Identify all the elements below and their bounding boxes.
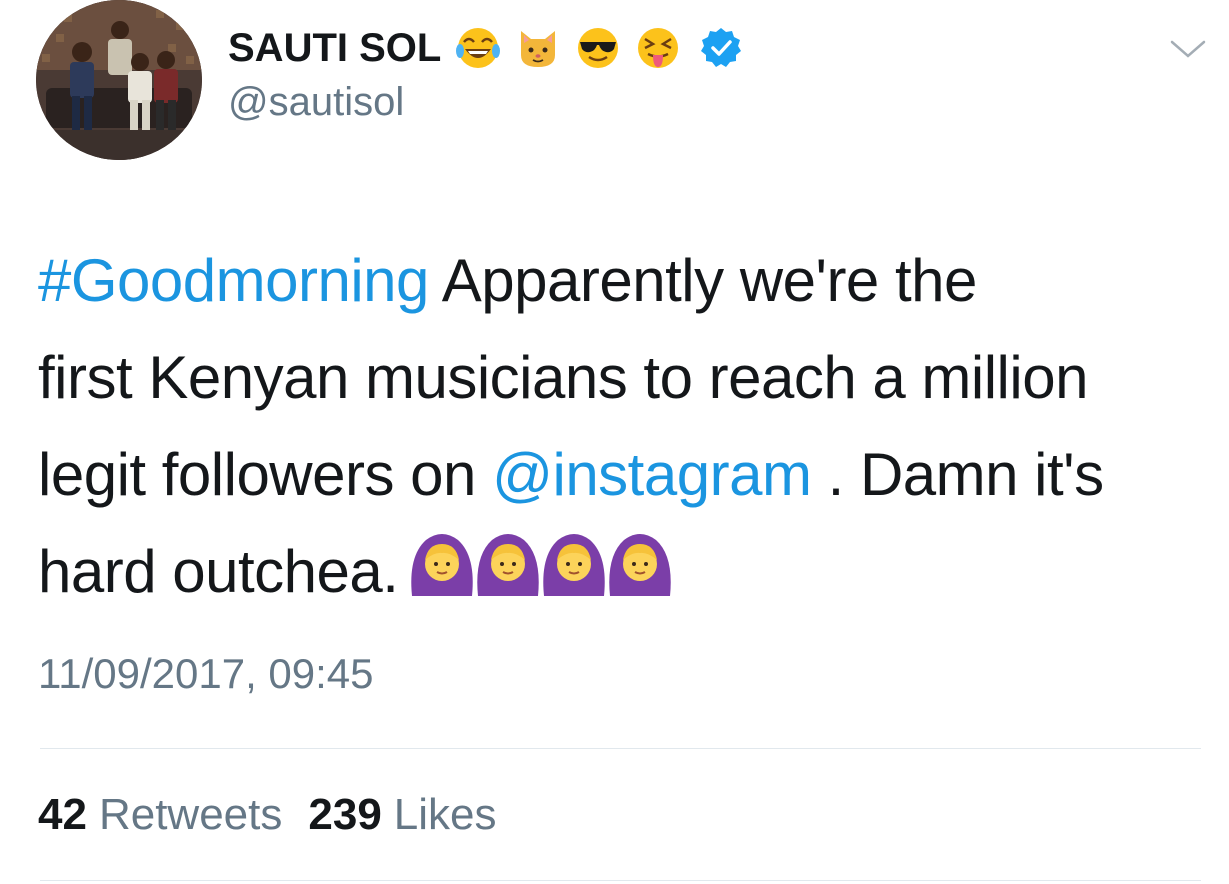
joy-emoji-icon bbox=[456, 28, 501, 68]
likes-count[interactable]: 239 bbox=[308, 790, 381, 840]
avatar[interactable] bbox=[36, 0, 202, 160]
tweet-text: #Goodmorning Apparently we're the first … bbox=[38, 232, 1218, 620]
tweet-line-2: first Kenyan musicians to reach a millio… bbox=[38, 344, 1088, 411]
user-handle[interactable]: @sautisol bbox=[228, 80, 404, 125]
woman-gesturing-ok-emoji-icon bbox=[477, 534, 540, 596]
name-emoji-list bbox=[455, 25, 695, 71]
tweet-text-segment: hard outchea. bbox=[38, 538, 399, 605]
retweets-label[interactable]: Retweets bbox=[99, 790, 282, 840]
mention-link[interactable]: @instagram bbox=[492, 441, 812, 508]
chevron-down-icon[interactable] bbox=[1168, 36, 1208, 62]
squinting-tongue-emoji-icon bbox=[638, 28, 679, 68]
tweet-stats: 42 Retweets 239 Likes bbox=[38, 790, 523, 840]
verified-badge-icon bbox=[701, 28, 742, 67]
likes-label[interactable]: Likes bbox=[394, 790, 497, 840]
woman-gesturing-ok-emoji-icon bbox=[411, 534, 474, 596]
cat-face-emoji-icon bbox=[521, 31, 556, 67]
tweet-line-1: #Goodmorning Apparently we're the bbox=[38, 232, 1218, 329]
tweet-timestamp[interactable]: 11/09/2017, 09:45 bbox=[38, 650, 374, 698]
name-row: SAUTI SOL bbox=[228, 20, 743, 76]
woman-gesturing-ok-emoji-icon bbox=[543, 534, 606, 596]
divider bbox=[40, 748, 1201, 749]
tweet-text-segment: Apparently we're the bbox=[428, 247, 978, 314]
sunglasses-emoji-icon bbox=[578, 28, 619, 68]
display-name[interactable]: SAUTI SOL bbox=[228, 26, 441, 71]
divider bbox=[40, 880, 1201, 881]
tweet-text-segment: . Damn it's bbox=[811, 441, 1105, 508]
tweet-line-3: legit followers on @instagram . Damn it'… bbox=[38, 426, 1218, 523]
woman-gesturing-ok-emoji-icon bbox=[609, 534, 672, 596]
trailing-emoji-list bbox=[406, 526, 672, 598]
tweet-line-4: hard outchea. bbox=[38, 523, 1218, 620]
hashtag-link[interactable]: #Goodmorning bbox=[38, 247, 429, 314]
retweets-count[interactable]: 42 bbox=[38, 790, 87, 840]
tweet-text-segment: legit followers on bbox=[38, 441, 493, 508]
